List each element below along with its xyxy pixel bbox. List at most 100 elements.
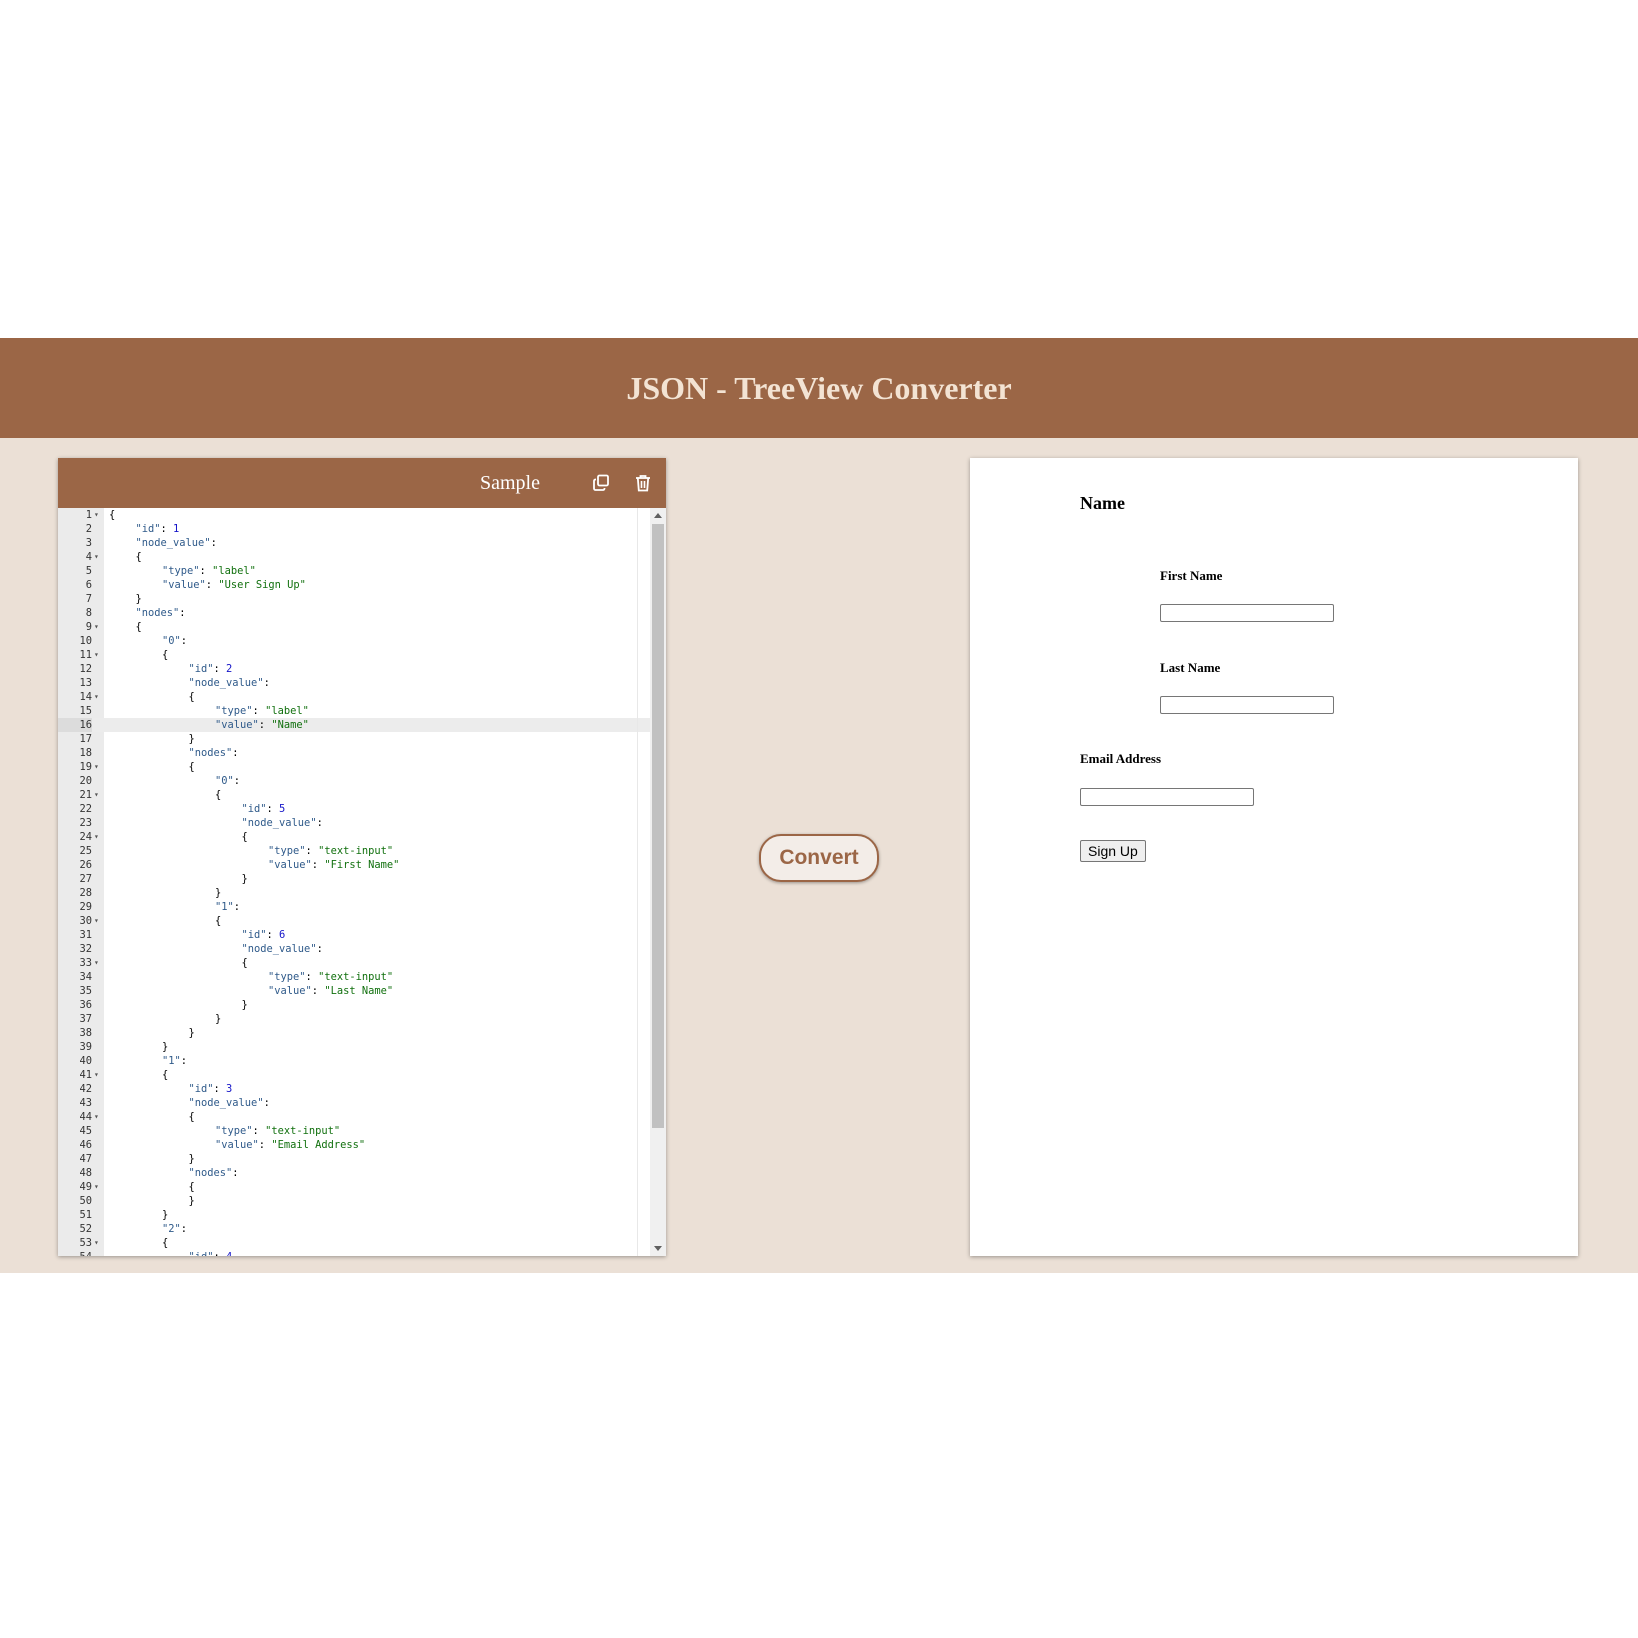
line-number: 41 — [79, 1069, 92, 1081]
fold-toggle-icon[interactable]: ▾ — [94, 830, 102, 844]
code-line: 25 "type": "text-input" — [58, 844, 650, 858]
scroll-up-arrow-icon[interactable] — [654, 513, 662, 518]
code-token: "nodes" — [135, 607, 180, 619]
code-text: "0": — [162, 634, 187, 648]
code-text: "nodes": — [136, 606, 186, 620]
line-number: 14 — [79, 691, 92, 703]
code-token: : — [199, 565, 213, 577]
print-margin — [637, 508, 638, 1256]
line-number: 54 — [58, 1250, 92, 1256]
fold-toggle-icon[interactable]: ▾ — [94, 648, 102, 662]
code-token: : — [252, 705, 266, 717]
code-token: "type" — [215, 705, 253, 717]
email-input[interactable] — [1080, 788, 1254, 806]
fold-toggle-icon[interactable]: ▾ — [94, 760, 102, 774]
code-token: : — [258, 1139, 272, 1151]
copy-icon[interactable] — [590, 472, 612, 494]
convert-button[interactable]: Convert — [759, 834, 879, 882]
code-token: } — [188, 733, 195, 745]
last-name-input[interactable] — [1160, 696, 1334, 714]
code-token: "Name" — [271, 719, 309, 731]
code-token: { — [109, 509, 116, 521]
code-text: "0": — [215, 774, 240, 788]
code-token: 2 — [226, 663, 233, 675]
code-line: 43 "node_value": — [58, 1096, 650, 1110]
code-line: 32 "node_value": — [58, 942, 650, 956]
trash-icon[interactable] — [632, 472, 654, 494]
code-text: "node_value": — [136, 536, 217, 550]
code-token: : — [252, 1125, 266, 1137]
fold-toggle-icon[interactable]: ▾ — [94, 690, 102, 704]
code-token: 6 — [279, 929, 286, 941]
code-token: "label" — [212, 565, 256, 577]
code-token: : — [232, 747, 239, 759]
code-token: { — [241, 831, 248, 843]
fold-toggle-icon[interactable]: ▾ — [94, 620, 102, 634]
scroll-down-arrow-icon[interactable] — [654, 1246, 662, 1251]
code-token: : — [205, 579, 219, 591]
code-text: { — [189, 690, 195, 704]
code-token: "1" — [215, 901, 234, 913]
line-number: 18 — [79, 747, 92, 759]
code-text: { — [215, 788, 221, 802]
line-number: 20 — [79, 775, 92, 787]
line-number: 33 — [79, 957, 92, 969]
fold-toggle-icon[interactable]: ▾ — [94, 1068, 102, 1082]
code-area[interactable]: 1 ▾{2 "id": 1 3 "node_value": 4 ▾{5 "type": "la… — [58, 508, 650, 1256]
line-number: 4 — [85, 551, 92, 563]
code-text: "value": "Last Name" — [268, 984, 393, 998]
fold-toggle-icon[interactable]: ▾ — [94, 956, 102, 970]
code-token: } — [188, 1153, 195, 1165]
fold-toggle-icon[interactable]: ▾ — [94, 550, 102, 564]
code-text: { — [136, 550, 142, 564]
code-text: "type": "text-input" — [268, 844, 393, 858]
code-text: } — [162, 1040, 168, 1054]
code-token: { — [162, 649, 169, 661]
code-text: "id": 3 — [189, 1082, 233, 1096]
fold-toggle-icon[interactable]: ▾ — [94, 788, 102, 802]
code-token: : — [210, 537, 217, 549]
code-line: 15 "type": "label" — [58, 704, 650, 718]
fold-toggle-icon[interactable]: ▾ — [94, 1180, 102, 1194]
code-text: "2": — [162, 1222, 187, 1236]
line-number: 5 — [85, 565, 92, 577]
code-line: 12 "id": 2 — [58, 662, 650, 676]
code-token: "id" — [188, 1083, 214, 1095]
code-token: : — [263, 1097, 270, 1109]
code-text: "value": "Name" — [215, 718, 309, 732]
scroll-thumb[interactable] — [652, 524, 664, 1128]
code-line: 36} — [58, 998, 650, 1012]
first-name-input[interactable] — [1160, 604, 1334, 622]
editor-scrollbar[interactable] — [650, 508, 666, 1256]
line-number: 32 — [79, 943, 92, 955]
code-token: "text-input" — [265, 1125, 341, 1137]
code-token: { — [241, 957, 248, 969]
sample-button[interactable]: Sample — [480, 472, 540, 495]
signup-button[interactable]: Sign Up — [1080, 840, 1146, 862]
fold-toggle-icon[interactable]: ▾ — [94, 914, 102, 928]
code-text: "id": 1 — [136, 522, 180, 536]
code-line: 22 "id": 5 — [58, 802, 650, 816]
code-text: "type": "text-input" — [215, 1124, 340, 1138]
code-line: 47} — [58, 1152, 650, 1166]
code-text: } — [189, 1026, 195, 1040]
line-number: 12 — [79, 663, 92, 675]
line-number: 35 — [79, 985, 92, 997]
code-text: } — [242, 872, 248, 886]
code-token: : — [180, 1223, 188, 1235]
code-token: : — [160, 523, 174, 535]
code-text: "node_value": — [189, 1096, 270, 1110]
fold-toggle-icon[interactable]: ▾ — [94, 508, 102, 522]
fold-toggle-icon[interactable]: ▾ — [94, 1110, 102, 1124]
editor-body[interactable]: 1 ▾{2 "id": 1 3 "node_value": 4 ▾{5 "type": "la… — [58, 508, 666, 1256]
code-text: } — [215, 886, 221, 900]
code-line: 30 ▾ { — [58, 914, 650, 928]
fold-toggle-icon[interactable]: ▾ — [94, 1236, 102, 1250]
code-line: 21 ▾ { — [58, 788, 650, 802]
line-number: 34 — [79, 971, 92, 983]
code-token: { — [162, 1069, 169, 1081]
line-number: 21 — [79, 789, 92, 801]
code-token: : — [179, 607, 186, 619]
code-token: } — [241, 999, 248, 1011]
code-text: "node_value": — [242, 942, 323, 956]
